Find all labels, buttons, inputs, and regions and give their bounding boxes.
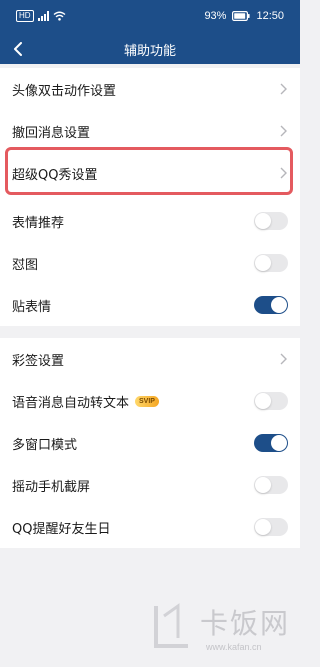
watermark-url: www.kafan.cn [206,642,262,652]
chevron-right-icon [278,82,288,96]
row-label: 超级QQ秀设置 [12,167,98,183]
settings-group-1: 头像双击动作设置 撤回消息设置 超级QQ秀设置 表情推荐 怼图 贴表情 [0,68,300,326]
toggle-knob [255,519,271,535]
page-title: 辅助功能 [123,44,176,59]
header: 辅助功能 [0,34,300,64]
row-label: 多窗口模式 [12,437,78,453]
birthday-reminder-toggle[interactable] [254,518,288,536]
row-label: 头像双击动作设置 [12,83,117,99]
clock: 12:50 [256,10,284,22]
watermark-title: 卡饭网 [200,607,291,640]
toggle-knob [255,477,271,493]
row-super-qq-show[interactable]: 超级QQ秀设置 [0,152,300,194]
row-voice-to-text[interactable]: 语音消息自动转文本 SVIP [0,380,300,422]
settings-group-2: 彩签设置 语音消息自动转文本 SVIP 多窗口模式 摇动手机截屏 QQ提醒好友生… [0,338,300,548]
chevron-right-icon [278,124,288,138]
row-shake-screenshot[interactable]: 摇动手机截屏 [0,464,300,506]
chevron-right-icon [278,166,288,180]
row-sticker[interactable]: 贴表情 [0,284,300,326]
voice-to-text-label: 语音消息自动转文本 [12,395,130,411]
row-dui-tu[interactable]: 怼图 [0,242,300,284]
toggle-knob [255,213,271,229]
signal-icon [37,11,49,21]
hd-badge: HD [16,10,34,22]
row-birthday-reminder[interactable]: QQ提醒好友生日 [0,506,300,548]
svip-badge: SVIP [135,395,159,407]
battery-percent: 93% [204,10,227,22]
row-label: 怼图 [12,257,39,273]
shake-screenshot-toggle[interactable] [254,476,288,494]
row-label: 贴表情 [12,299,52,315]
row-label: 彩签设置 [12,353,65,369]
toggle-knob [271,435,287,451]
voice-to-text-toggle[interactable] [254,392,288,410]
row-multi-window[interactable]: 多窗口模式 [0,422,300,464]
dui-tu-toggle[interactable] [254,254,288,272]
emoji-recommend-toggle[interactable] [254,212,288,230]
sticker-toggle[interactable] [254,296,288,314]
row-label: 表情推荐 [12,215,65,231]
status-bar: HD 93% 12:50 [0,0,300,34]
chevron-right-icon [278,352,288,366]
toggle-knob [255,393,271,409]
kafan-logo-icon [154,603,188,648]
row-colorful-sign[interactable]: 彩签设置 [0,338,300,380]
watermark: 卡饭网 www.kafan.cn [148,600,293,656]
toggle-knob [255,255,271,271]
row-label: 撤回消息设置 [12,125,91,141]
row-emoji-recommend[interactable]: 表情推荐 [0,200,300,242]
status-right: 93% 12:50 [204,10,284,22]
row-recall-message[interactable]: 撤回消息设置 [0,110,300,152]
row-avatar-double-tap[interactable]: 头像双击动作设置 [0,68,300,110]
row-label: QQ提醒好友生日 [12,521,111,537]
wifi-icon [53,11,66,21]
battery-icon [232,11,251,21]
row-label: 语音消息自动转文本 SVIP [12,392,159,411]
multi-window-toggle[interactable] [254,434,288,452]
row-label: 摇动手机截屏 [12,479,91,495]
toggle-knob [271,297,287,313]
status-left: HD [16,10,66,22]
